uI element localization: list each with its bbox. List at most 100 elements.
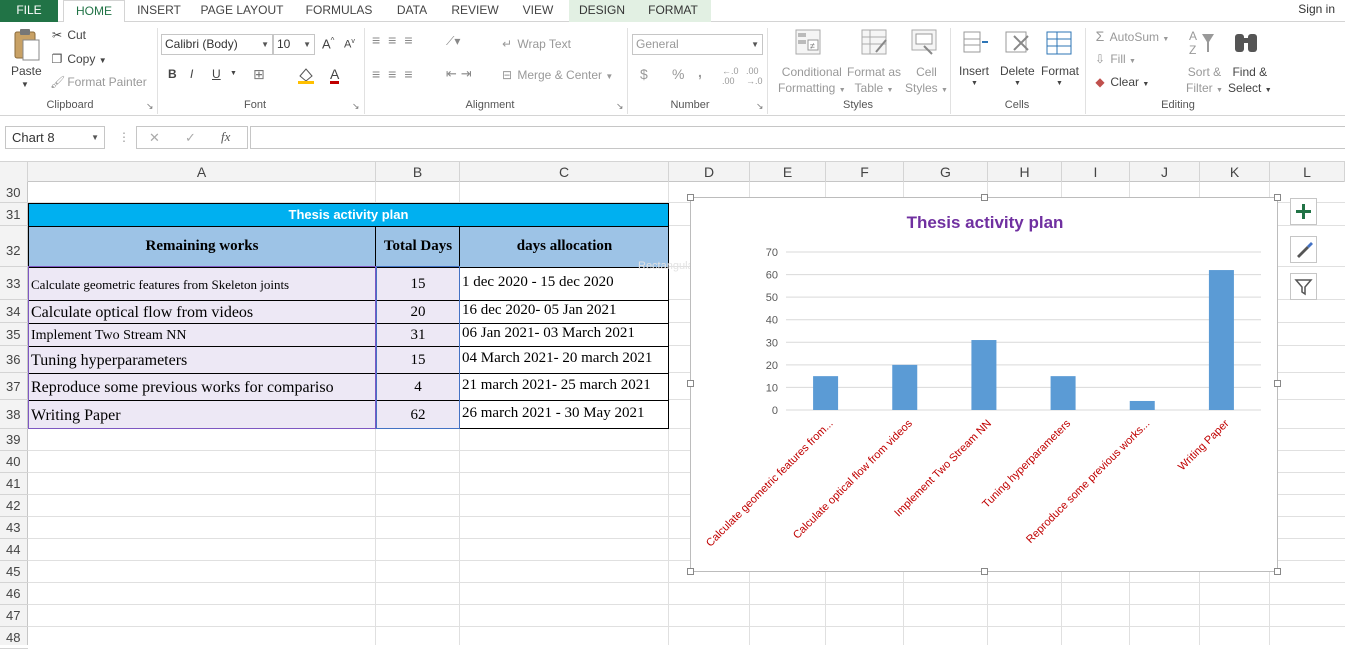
chevron-down-icon[interactable]: ▼ — [1056, 80, 1063, 87]
tab-data[interactable]: DATA — [390, 0, 434, 22]
row-header[interactable]: 31 — [0, 203, 28, 226]
resize-handle[interactable] — [1274, 380, 1281, 387]
underline-button[interactable]: U — [212, 67, 221, 81]
tab-file[interactable]: FILE — [0, 0, 58, 22]
insert-function-button[interactable]: fx — [221, 129, 230, 145]
row-header[interactable]: 47 — [0, 605, 28, 627]
column-header-f[interactable]: F — [826, 162, 904, 182]
chart-filters-button[interactable] — [1290, 273, 1317, 300]
row-header[interactable]: 37 — [0, 373, 28, 400]
enter-icon[interactable]: ✓ — [185, 130, 196, 146]
resize-handle[interactable] — [1274, 568, 1281, 575]
format-painter-button[interactable]: 🖌 Format Painter — [50, 75, 147, 89]
name-box[interactable]: Chart 8 ▼ — [5, 126, 105, 149]
chart[interactable]: Thesis activity plan 0 10 20 30 40 50 60 70 Calc… — [690, 197, 1278, 572]
tab-review[interactable]: REVIEW — [446, 0, 504, 22]
fill-color-icon[interactable] — [296, 66, 318, 87]
shrink-font-icon[interactable]: Av — [344, 38, 355, 51]
resize-handle[interactable] — [1274, 194, 1281, 201]
select-all-corner[interactable] — [0, 162, 28, 182]
column-header-b[interactable]: B — [376, 162, 460, 182]
clear-button[interactable]: ◆ Clear ▼ — [1093, 75, 1149, 89]
chevron-down-icon[interactable]: ▼ — [971, 80, 978, 87]
row-header[interactable]: 34 — [0, 300, 28, 323]
horizontal-align-icons[interactable]: ≡≡≡ — [372, 66, 421, 82]
row-header[interactable]: 30 — [0, 182, 28, 203]
table-title[interactable]: Thesis activity plan — [28, 203, 669, 226]
insert-cells-button[interactable]: Insert — [959, 64, 989, 78]
row-header[interactable]: 40 — [0, 451, 28, 473]
row-header[interactable]: 44 — [0, 539, 28, 561]
decrease-decimal-icon[interactable]: .00 →.0 — [746, 66, 763, 86]
font-name-combo[interactable]: Calibri (Body) ▼ — [161, 34, 273, 55]
font-color-icon[interactable]: A — [330, 66, 340, 84]
tab-formulas[interactable]: FORMULAS — [300, 0, 378, 22]
row-header[interactable]: 32 — [0, 226, 28, 267]
column-header-i[interactable]: I — [1062, 162, 1130, 182]
row-header[interactable]: 42 — [0, 495, 28, 517]
cell-styles-button[interactable]: Cell Styles ▼ — [905, 64, 948, 99]
row-header[interactable]: 45 — [0, 561, 28, 583]
resize-handle[interactable] — [687, 380, 694, 387]
tab-insert[interactable]: INSERT — [130, 0, 188, 22]
column-header-c[interactable]: C — [460, 162, 669, 182]
column-header-g[interactable]: G — [904, 162, 988, 182]
resize-handle[interactable] — [981, 568, 988, 575]
row-header[interactable]: 38 — [0, 400, 28, 429]
number-format-combo[interactable]: General ▼ — [632, 34, 763, 55]
comma-button[interactable]: , — [698, 64, 702, 80]
percent-button[interactable]: % — [672, 66, 684, 82]
resize-handle[interactable] — [687, 568, 694, 575]
dialog-launcher-icon[interactable]: ↘ — [146, 101, 154, 112]
paste-icon[interactable] — [10, 28, 42, 64]
increase-decimal-icon[interactable]: ←.0.00 — [722, 66, 739, 86]
copy-button[interactable]: ❐ Copy ▼ — [50, 52, 107, 66]
underline-dropdown-icon[interactable]: ▼ — [230, 70, 237, 77]
conditional-formatting-button[interactable]: Conditional Formatting ▼ — [778, 64, 846, 99]
tab-format[interactable]: FORMAT — [635, 0, 711, 22]
chart-title[interactable]: Thesis activity plan — [907, 213, 1064, 232]
paste-dropdown-icon[interactable]: ▼ — [21, 80, 29, 89]
chart-elements-button[interactable] — [1290, 198, 1317, 225]
column-header-d[interactable]: D — [669, 162, 750, 182]
table-cell-allocation[interactable]: 26 march 2021 - 30 May 2021 — [460, 400, 669, 429]
chart-bar[interactable] — [813, 376, 839, 410]
column-header-e[interactable]: E — [750, 162, 826, 182]
dialog-launcher-icon[interactable]: ↘ — [616, 101, 624, 112]
font-size-combo[interactable]: 10 ▼ — [273, 34, 315, 55]
column-header-j[interactable]: J — [1130, 162, 1200, 182]
format-as-table-button[interactable]: Format as Table ▼ — [847, 64, 901, 99]
table-header-cell[interactable]: Total Days — [376, 226, 460, 267]
sign-in-link[interactable]: Sign in — [1298, 2, 1335, 16]
bold-button[interactable]: B — [168, 67, 177, 81]
grow-font-icon[interactable]: A^ — [322, 36, 334, 51]
table-cell-allocation[interactable]: 06 Jan 2021- 03 March 2021 — [460, 323, 669, 346]
row-header[interactable]: 43 — [0, 517, 28, 539]
row-header[interactable]: 35 — [0, 323, 28, 346]
autosum-button[interactable]: Σ AutoSum ▼ — [1093, 28, 1170, 44]
wrap-text-button[interactable]: ↵ Wrap Text — [500, 37, 571, 51]
indent-icons[interactable]: ⇤⇥ — [446, 66, 476, 82]
column-header-h[interactable]: H — [988, 162, 1062, 182]
fill-button[interactable]: ⇩ Fill ▼ — [1093, 52, 1136, 66]
orientation-icon[interactable]: ⟋▾ — [446, 34, 460, 49]
row-header[interactable]: 36 — [0, 346, 28, 373]
chart-bar[interactable] — [1208, 270, 1234, 410]
more-options-icon[interactable]: ⋮ — [118, 130, 130, 144]
resize-handle[interactable] — [981, 194, 988, 201]
row-header[interactable]: 46 — [0, 583, 28, 605]
format-cells-button[interactable]: Format — [1041, 64, 1079, 78]
tab-design[interactable]: DESIGN — [569, 0, 635, 22]
column-header-a[interactable]: A — [28, 162, 376, 182]
cut-button[interactable]: ✂ Cut — [50, 28, 86, 42]
row-header[interactable]: 39 — [0, 429, 28, 451]
dialog-launcher-icon[interactable]: ↘ — [352, 101, 360, 112]
paste-button[interactable]: Paste — [11, 64, 42, 78]
dialog-launcher-icon[interactable]: ↘ — [756, 101, 764, 112]
chart-bar[interactable] — [971, 340, 997, 410]
formula-input[interactable] — [250, 126, 1345, 149]
chart-styles-button[interactable] — [1290, 236, 1317, 263]
cancel-icon[interactable]: ✕ — [149, 130, 160, 146]
sort-filter-button[interactable]: Sort & Filter ▼ — [1186, 64, 1223, 99]
column-header-k[interactable]: K — [1200, 162, 1270, 182]
